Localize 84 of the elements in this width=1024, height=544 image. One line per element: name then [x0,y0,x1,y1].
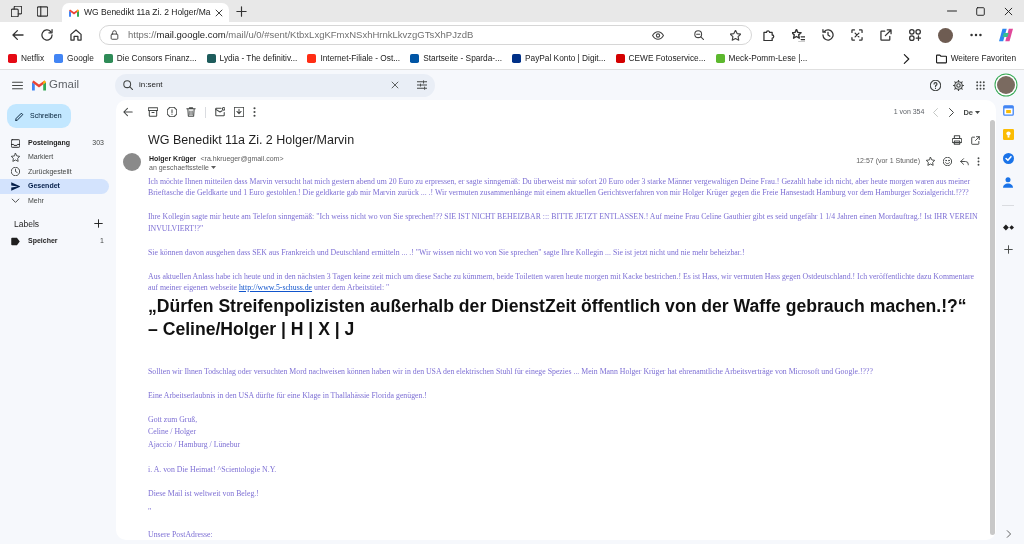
history-icon[interactable] [822,29,834,41]
more-icon[interactable] [977,157,980,166]
star-icon [11,153,20,163]
search-icon[interactable] [123,80,133,90]
open-new-window-icon[interactable] [971,135,980,145]
move-to-icon[interactable] [234,107,244,118]
email-heading: „Dürfen Streifenpolizisten außerhalb der DienstZeit öffentlich von der Waffe gebrauch machen.!?“ – Celine/Holger | H | X | J [148,294,968,341]
more-icon[interactable] [970,33,982,37]
colorful-logo-icon[interactable] [999,28,1013,42]
caret-icon[interactable] [210,166,216,170]
star-icon[interactable] [926,157,935,166]
star-icon[interactable] [730,29,741,41]
bulb-tile-icon[interactable] [1002,129,1014,140]
reload-icon[interactable] [41,29,53,41]
favorite-link[interactable]: Startseite - Sparda-... [410,52,503,65]
plus-icon[interactable] [1003,245,1013,254]
browser-tab[interactable]: WG Benedikt 11a Zi. 2 Holger/Ma [62,3,230,22]
chevron-down-icon [11,196,20,206]
puzzle-icon[interactable] [763,29,775,41]
zoom-out-icon[interactable] [694,30,704,40]
plus-icon[interactable] [94,219,103,229]
email-subject: WG Benedikt 11a Zi. 2 Holger/Marvin [148,131,356,149]
search-input[interactable]: in:sent [139,79,385,91]
home-icon[interactable] [70,29,82,41]
archive-icon[interactable] [148,107,158,118]
caret-icon [975,110,980,114]
plus-icon[interactable] [236,5,248,17]
help-icon[interactable] [930,79,941,91]
back-icon[interactable] [12,29,24,41]
favorite-link[interactable]: Netflix [8,52,45,65]
favorite-link[interactable]: Meck-Pomm-Lese |... [715,52,808,65]
spam-icon[interactable] [167,107,177,118]
back-icon[interactable] [123,107,133,118]
m-logo-icon [69,8,79,17]
labels-heading: Labels [14,217,41,231]
scrollbar-thumb[interactable] [990,120,995,535]
favorite-link[interactable]: Die Consors Finanz... [103,52,197,65]
chevron-right-icon[interactable] [901,53,910,64]
eye-icon[interactable] [652,30,664,40]
calendar-tile-icon[interactable] [1002,105,1014,116]
close-icon[interactable] [215,8,224,17]
settings-icon[interactable] [953,79,964,91]
maximize-icon[interactable] [976,6,985,16]
corner-frame-icon[interactable] [851,29,863,41]
pencil-icon [15,111,24,121]
diamond-pair-icon[interactable] [1002,223,1014,232]
mark-unread-icon[interactable] [215,107,225,118]
more-favorites-link[interactable]: Weitere Favoriten [935,52,1016,65]
reply-icon[interactable] [960,157,969,166]
inbox-icon [11,138,20,148]
favorite-link[interactable]: Internet-Filiale - Ost... [307,52,401,65]
folder-icon [935,53,947,64]
share-icon[interactable] [880,29,892,41]
stacked-squares-icon[interactable] [11,5,22,17]
close-icon[interactable] [391,81,399,89]
tag-icon [11,236,20,246]
send-icon [11,181,20,191]
sender-avatar [123,152,141,171]
address-field[interactable]: https://mail.google.com/mail/u/0/#sent/KtbxLxgKFmxNSxhHrnkLkvzgGTsXhPJzdB [128,27,643,43]
menu-icon[interactable] [12,80,23,90]
trash-icon[interactable] [186,107,196,118]
sidebar-panel-icon[interactable] [37,5,48,17]
favorite-link[interactable]: PayPal Konto | Digit... [512,52,606,65]
emoji-icon[interactable] [943,157,952,166]
apps-grid-icon[interactable] [976,80,985,90]
tune-icon[interactable] [417,80,427,90]
more-icon[interactable] [253,107,256,118]
favorite-link[interactable]: Google [54,52,94,65]
close-icon[interactable] [1004,6,1013,16]
check-circle-icon[interactable] [1002,153,1014,164]
star-list-icon[interactable] [792,28,805,42]
profile-avatar[interactable] [938,27,953,43]
m-logo-icon [32,79,46,91]
print-icon[interactable] [952,135,962,146]
favorite-link[interactable]: Lydia - The definitiv... [206,52,298,65]
lock-icon[interactable] [110,30,119,40]
clock-icon [11,167,20,177]
person-icon[interactable] [1003,177,1013,188]
chevron-right-icon[interactable] [948,107,955,117]
search-bar[interactable]: in:sent [115,73,435,97]
favorite-link[interactable]: CEWE Fotoservice... [615,52,706,65]
nodes-icon[interactable] [909,29,921,41]
app-name: Gmail [49,77,80,93]
profile-avatar[interactable] [997,76,1015,94]
